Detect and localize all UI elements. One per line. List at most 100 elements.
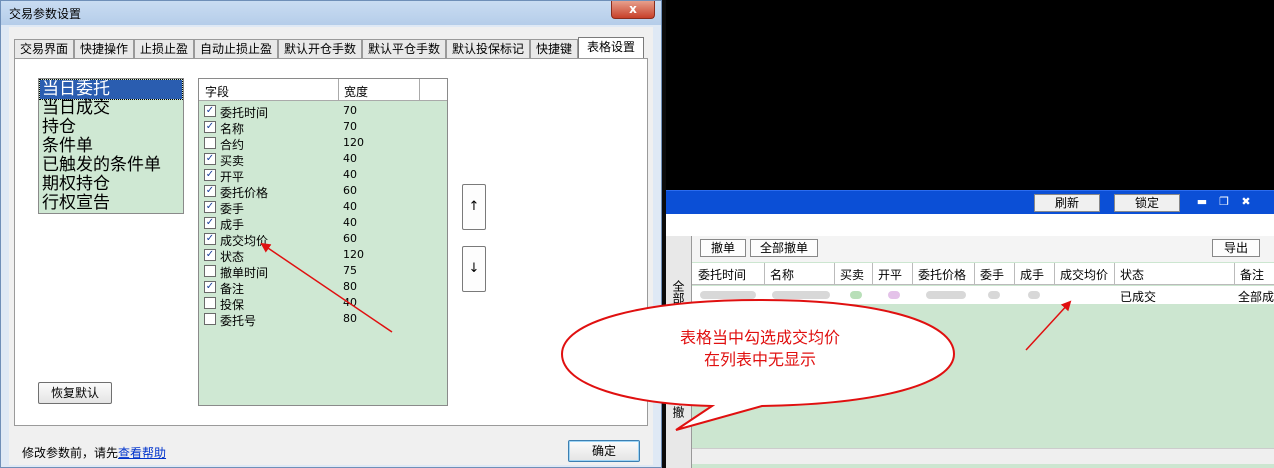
- field-width[interactable]: 120: [343, 248, 364, 261]
- table-row: ✓ 名称 70: [199, 119, 447, 136]
- move-up-button[interactable]: ↑: [462, 184, 486, 230]
- field-width[interactable]: 60: [343, 232, 357, 245]
- field-width[interactable]: 40: [343, 168, 357, 181]
- side-tab-cancellable[interactable]: 可撤: [670, 394, 687, 418]
- field-grid-header: 字段 宽度: [199, 79, 447, 101]
- field-checkbox[interactable]: [204, 313, 216, 325]
- table-row: ✓ 买卖 40: [199, 151, 447, 168]
- table-type-list: 当日委托 当日成交 持仓 条件单 已触发的条件单 期权持仓 行权宣告: [38, 78, 184, 214]
- horizontal-scrollbar[interactable]: [692, 448, 1274, 464]
- ok-button[interactable]: 确定: [568, 440, 640, 462]
- dialog-titlebar: 交易参数设置 x: [1, 1, 661, 25]
- table-row: ✓ 成手 40: [199, 215, 447, 232]
- field-width[interactable]: 70: [343, 120, 357, 133]
- withdraw-all-button[interactable]: 全部撤单: [750, 239, 818, 257]
- table-row[interactable]: 已成交 全部成: [692, 286, 1274, 304]
- field-width[interactable]: 60: [343, 184, 357, 197]
- table-row: 合约 120: [199, 135, 447, 152]
- field-checkbox[interactable]: ✓: [204, 105, 216, 117]
- withdraw-button[interactable]: 撤单: [700, 239, 746, 257]
- export-button[interactable]: 导出: [1212, 239, 1260, 257]
- field-checkbox[interactable]: ✓: [204, 201, 216, 213]
- field-checkbox[interactable]: ✓: [204, 121, 216, 133]
- field-checkbox[interactable]: ✓: [204, 185, 216, 197]
- table-row: ✓ 委托时间 70: [199, 103, 447, 120]
- tab-table-settings[interactable]: 表格设置: [578, 37, 644, 59]
- callout-text: 表格当中勾选成交均价 在列表中无显示: [610, 327, 910, 371]
- list-item[interactable]: 当日成交: [40, 99, 182, 118]
- orders-panel-gap: [666, 214, 1274, 238]
- dialog-close-button[interactable]: x: [611, 1, 655, 19]
- field-width[interactable]: 75: [343, 264, 357, 277]
- table-row: ✓ 开平 40: [199, 167, 447, 184]
- field-width[interactable]: 80: [343, 312, 357, 325]
- list-item[interactable]: 条件单: [40, 137, 182, 156]
- order-remark: 全部成: [1238, 290, 1274, 304]
- tab-auto-stop-loss[interactable]: 自动止损止盈: [194, 39, 278, 59]
- col-header[interactable]: 名称: [770, 266, 794, 283]
- tab-default-open-lots[interactable]: 默认开仓手数: [278, 39, 362, 59]
- tab-shortcut-ops[interactable]: 快捷操作: [74, 39, 134, 59]
- col-header[interactable]: 委托价格: [918, 266, 966, 283]
- field-checkbox[interactable]: ✓: [204, 169, 216, 181]
- list-item[interactable]: 已触发的条件单: [40, 156, 182, 175]
- field-checkbox[interactable]: ✓: [204, 281, 216, 293]
- dialog-title: 交易参数设置: [9, 7, 82, 21]
- table-row: ✓ 委手 40: [199, 199, 447, 216]
- field-checkbox[interactable]: ✓: [204, 153, 216, 165]
- table-row: ✓ 备注 80: [199, 279, 447, 296]
- tab-default-close-lots[interactable]: 默认平仓手数: [362, 39, 446, 59]
- refresh-button[interactable]: 刷新: [1034, 194, 1100, 212]
- col-header[interactable]: 开平: [878, 266, 902, 283]
- field-width[interactable]: 40: [343, 296, 357, 309]
- field-width[interactable]: 40: [343, 152, 357, 165]
- col-header[interactable]: 委托时间: [698, 266, 746, 283]
- col-header[interactable]: 状态: [1120, 266, 1144, 283]
- footer-note-text: 修改参数前，请先: [22, 446, 119, 460]
- field-checkbox[interactable]: [204, 297, 216, 309]
- col-header[interactable]: 成交均价: [1060, 266, 1108, 283]
- table-row: ✓ 状态 120: [199, 247, 447, 264]
- col-header[interactable]: 成手: [1020, 266, 1044, 283]
- col-header[interactable]: 备注: [1240, 266, 1264, 283]
- field-width[interactable]: 40: [343, 216, 357, 229]
- list-item[interactable]: 行权宣告: [40, 194, 182, 213]
- field-width[interactable]: 120: [343, 136, 364, 149]
- tab-stop-loss[interactable]: 止损止盈: [134, 39, 194, 59]
- close-icon[interactable]: ✖: [1238, 195, 1254, 209]
- table-row: 委托号 80: [199, 311, 447, 328]
- field-checkbox[interactable]: ✓: [204, 233, 216, 245]
- field-checkbox[interactable]: ✓: [204, 217, 216, 229]
- restore-default-button[interactable]: 恢复默认: [38, 382, 112, 404]
- field-checkbox[interactable]: ✓: [204, 249, 216, 261]
- field-grid: 字段 宽度 ✓ 委托时间 70 ✓ 名称 70 合约 120 ✓ 买卖 40 ✓ 开平 40 ✓ 委…: [198, 78, 448, 406]
- restore-icon[interactable]: ❐: [1216, 195, 1232, 209]
- tab-default-hedge-flag[interactable]: 默认投保标记: [446, 39, 530, 59]
- col-header[interactable]: 买卖: [840, 266, 864, 283]
- field-width[interactable]: 40: [343, 200, 357, 213]
- help-link[interactable]: 查看帮助: [118, 446, 166, 460]
- chart-area: [666, 0, 1274, 190]
- minimize-icon[interactable]: ▬: [1194, 195, 1210, 209]
- orders-panel-titlebar: 刷新 锁定 ▬ ❐ ✖: [666, 190, 1274, 214]
- field-checkbox[interactable]: [204, 265, 216, 277]
- list-item[interactable]: 当日委托: [39, 79, 183, 100]
- width-column-header[interactable]: 宽度: [344, 83, 368, 100]
- table-row: ✓ 委托价格 60: [199, 183, 447, 200]
- field-checkbox[interactable]: [204, 137, 216, 149]
- move-down-button[interactable]: ↓: [462, 246, 486, 292]
- lock-button[interactable]: 锁定: [1114, 194, 1180, 212]
- field-column-header[interactable]: 字段: [205, 83, 229, 100]
- tab-hotkeys[interactable]: 快捷键: [530, 39, 578, 59]
- list-item[interactable]: 持仓: [40, 118, 182, 137]
- field-width[interactable]: 80: [343, 280, 357, 293]
- field-name: 委托号: [220, 314, 257, 328]
- field-width[interactable]: 70: [343, 104, 357, 117]
- table-row: ✓ 成交均价 60: [199, 231, 447, 248]
- callout-line-1: 表格当中勾选成交均价: [679, 328, 840, 347]
- list-item[interactable]: 期权持仓: [40, 175, 182, 194]
- table-row: 撤单时间 75: [199, 263, 447, 280]
- tab-trade-ui[interactable]: 交易界面: [14, 39, 74, 59]
- side-tab-all[interactable]: 全部: [670, 280, 687, 304]
- col-header[interactable]: 委手: [980, 266, 1004, 283]
